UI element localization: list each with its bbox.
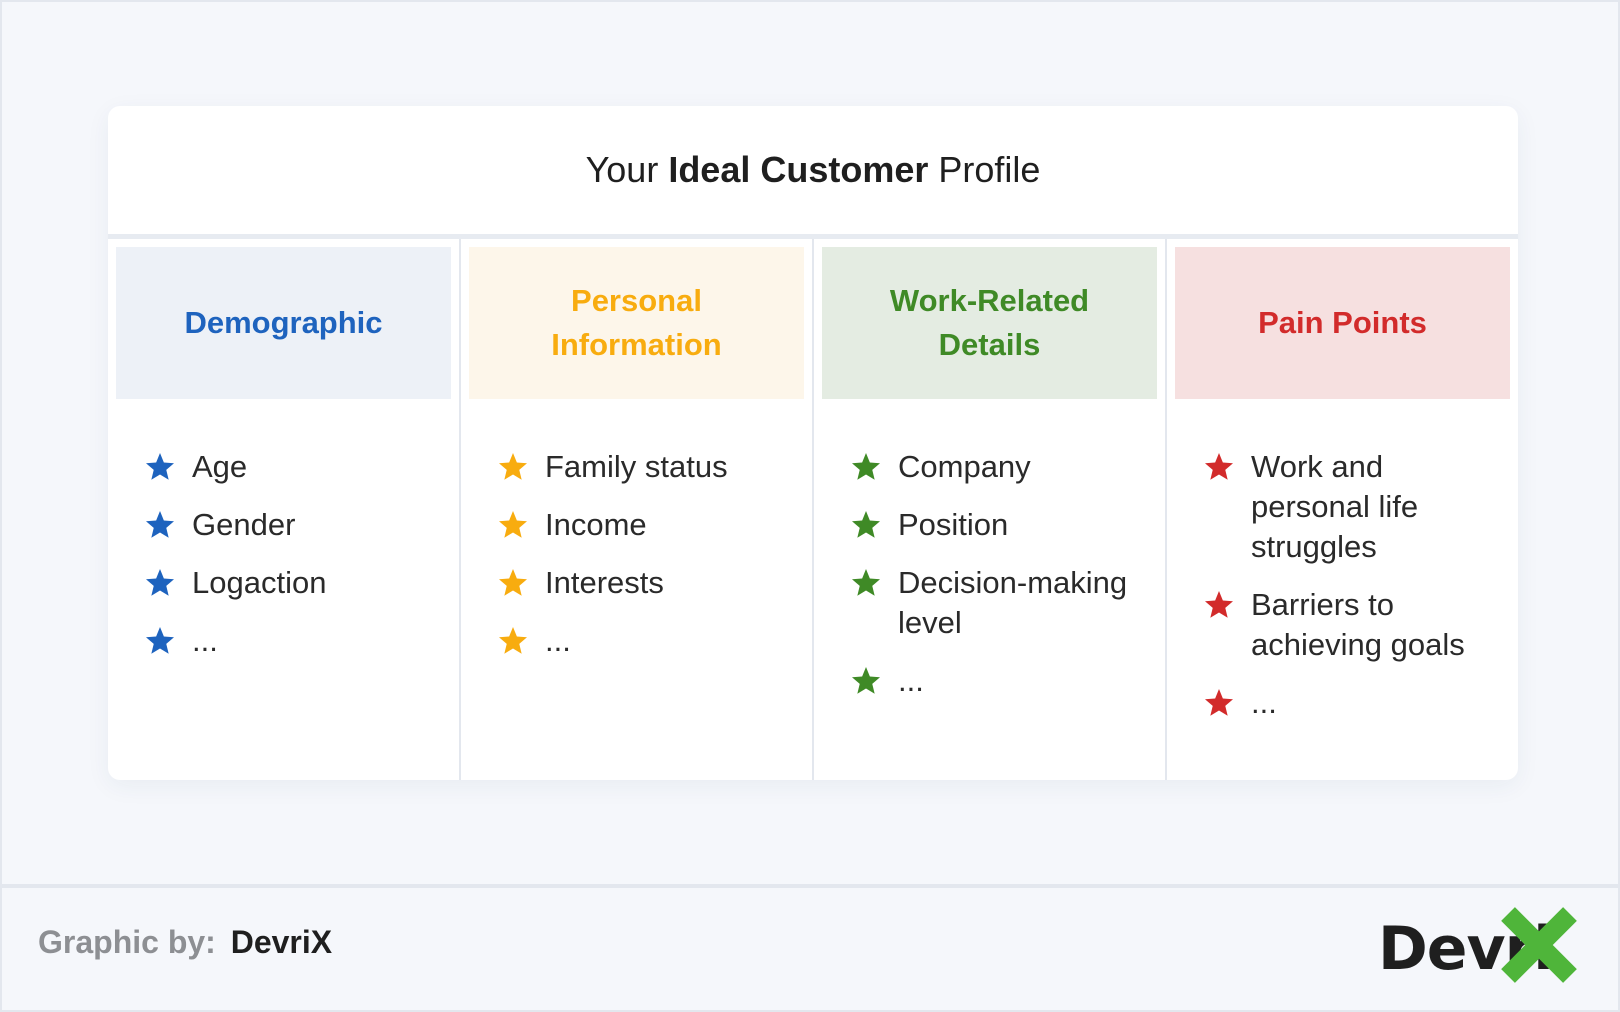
list-item-text: Company xyxy=(898,449,1031,484)
title-emphasis: Ideal Customer xyxy=(668,149,929,190)
list-item-text: Logaction xyxy=(192,565,327,600)
credit-name: DevriX xyxy=(230,924,333,960)
list-item: ... xyxy=(1203,683,1510,723)
title-prefix: Your xyxy=(585,149,659,190)
star-icon xyxy=(146,453,174,480)
list-item-text: Interests xyxy=(545,565,664,600)
list-item-text: ... xyxy=(545,623,571,658)
star-icon xyxy=(852,569,880,596)
list-item: Work and personal life struggles xyxy=(1203,447,1510,567)
list-item: Income xyxy=(497,505,804,545)
credit-line: Graphic by: DevriX xyxy=(38,924,332,961)
star-icon xyxy=(499,569,527,596)
profile-card: Your Ideal Customer Profile Demographic … xyxy=(108,106,1518,780)
list-item: ... xyxy=(850,661,1157,701)
star-icon xyxy=(146,627,174,654)
footer-divider xyxy=(2,884,1618,888)
title-suffix: Profile xyxy=(938,149,1041,190)
column-heading: Demographic xyxy=(116,247,451,399)
list-item-text: Decision-making level xyxy=(898,565,1128,640)
list-item: Logaction xyxy=(144,563,451,603)
list-item: ... xyxy=(497,621,804,661)
star-icon xyxy=(146,511,174,538)
column-list: Age Gender Logaction... xyxy=(116,399,451,661)
column-list: Work and personal life struggles Barriers… xyxy=(1175,399,1510,723)
column-demographic: Demographic Age Gender Logaction... xyxy=(108,239,459,780)
list-item-text: Position xyxy=(898,507,1009,542)
credit-label: Graphic by: xyxy=(38,924,216,960)
column-heading: Work-Related Details xyxy=(822,247,1157,399)
column-heading: Personal Information xyxy=(469,247,804,399)
list-item: Family status xyxy=(497,447,804,487)
list-item: Decision-making level xyxy=(850,563,1157,643)
star-icon xyxy=(1205,591,1233,618)
list-item: Age xyxy=(144,447,451,487)
columns: Demographic Age Gender Logaction... Person… xyxy=(108,239,1518,780)
devrix-logo: Devri xyxy=(1378,907,1588,990)
list-item-text: Gender xyxy=(192,507,296,542)
list-item-text: Age xyxy=(192,449,248,484)
star-icon xyxy=(1205,453,1233,480)
list-item: Barriers to achieving goals xyxy=(1203,585,1510,665)
list-item-text: Barriers to achieving goals xyxy=(1251,587,1465,662)
column-heading: Pain Points xyxy=(1175,247,1510,399)
list-item: Company xyxy=(850,447,1157,487)
list-item-text: Family status xyxy=(545,449,728,484)
list-item-text: Income xyxy=(545,507,647,542)
column-personal-information: Personal Information Family status Income… xyxy=(459,239,812,780)
star-icon xyxy=(499,511,527,538)
star-icon xyxy=(852,667,880,694)
card-title: Your Ideal Customer Profile xyxy=(108,106,1518,234)
star-icon xyxy=(1205,689,1233,716)
list-item-text: ... xyxy=(1251,685,1277,720)
column-work-related-details: Work-Related Details Company Position Deci… xyxy=(812,239,1165,780)
star-icon xyxy=(499,627,527,654)
star-icon xyxy=(852,511,880,538)
column-list: Family status Income Interests... xyxy=(469,399,804,661)
list-item-text: ... xyxy=(192,623,218,658)
column-pain-points: Pain Points Work and personal life strug… xyxy=(1165,239,1518,780)
logo-x-icon xyxy=(1501,907,1577,983)
star-icon xyxy=(852,453,880,480)
star-icon xyxy=(499,453,527,480)
list-item: Gender xyxy=(144,505,451,545)
list-item-text: Work and personal life struggles xyxy=(1251,449,1419,564)
star-icon xyxy=(146,569,174,596)
list-item: ... xyxy=(144,621,451,661)
column-list: Company Position Decision-making level... xyxy=(822,399,1157,701)
list-item: Position xyxy=(850,505,1157,545)
list-item-text: ... xyxy=(898,663,924,698)
list-item: Interests xyxy=(497,563,804,603)
